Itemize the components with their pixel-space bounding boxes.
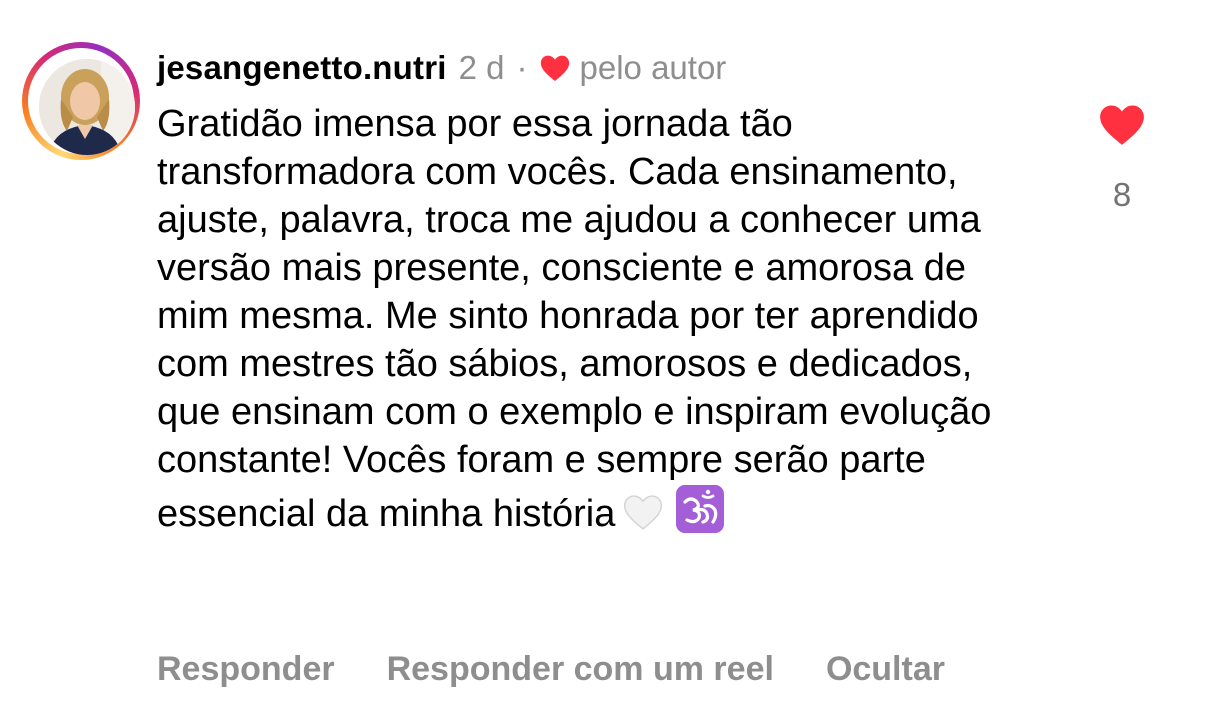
- avatar-story-ring[interactable]: [22, 42, 140, 160]
- comment-time: 2 d: [458, 49, 505, 86]
- comment-body: Gratidão imensa por essa jornada tão tra…: [157, 100, 1037, 538]
- like-count: 8: [1112, 176, 1132, 213]
- white-heart-emoji-icon: [621, 490, 665, 534]
- reply-with-reel-button[interactable]: Responder com um reel: [387, 650, 774, 689]
- username-link[interactable]: jesangenetto.nutri: [157, 49, 447, 87]
- heart-filled-icon: [1100, 105, 1144, 145]
- om-emoji-icon: [675, 484, 725, 534]
- avatar-ring-gap: [28, 48, 135, 155]
- liked-by-author-label: pelo autor: [579, 49, 727, 86]
- meta-separator: ·: [516, 49, 528, 86]
- liked-by-author-heart-icon: [538, 51, 572, 85]
- comment-actions: Responder Responder com um reel Ocultar: [157, 650, 945, 689]
- hide-comment-button[interactable]: Ocultar: [826, 650, 945, 689]
- reply-button[interactable]: Responder: [157, 650, 335, 689]
- like-button[interactable]: [1097, 100, 1147, 148]
- avatar[interactable]: [39, 59, 135, 155]
- avatar-photo: [39, 59, 135, 155]
- comment-text: Gratidão imensa por essa jornada tão tra…: [157, 103, 992, 535]
- comment-header: jesangenetto.nutri 2 d · pelo autor: [157, 46, 726, 90]
